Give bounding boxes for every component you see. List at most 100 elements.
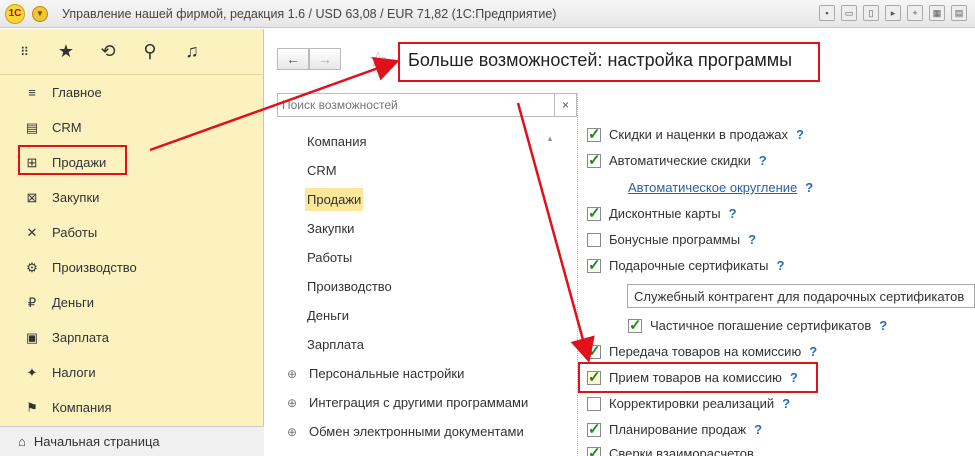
help-icon[interactable]: ? <box>796 127 804 142</box>
category-item[interactable]: Закупки <box>277 214 577 243</box>
expand-icon[interactable]: ⊕ <box>287 367 297 381</box>
category-item[interactable]: Производство <box>277 272 577 301</box>
bonus-checkbox[interactable] <box>587 232 601 247</box>
category-item[interactable]: Компания <box>277 127 577 156</box>
category-item[interactable]: CRM <box>277 156 577 185</box>
help-icon[interactable]: ? <box>759 153 767 168</box>
category-label: Персональные настройки <box>309 366 465 381</box>
category-item[interactable]: Зарплата <box>277 330 577 359</box>
sales-planning-checkbox[interactable] <box>587 420 601 438</box>
title-toolbar: ▪ ▭ ▯ ▸ + ▦ ▤ <box>819 5 967 21</box>
save-icon[interactable]: ▪ <box>819 5 835 21</box>
sidebar-item-label: Закупки <box>52 190 100 205</box>
setting-label: Передача товаров на комиссию <box>609 344 802 359</box>
setting-reconciliation[interactable]: Сверки взаиморасчетов <box>587 444 754 456</box>
home-icon: ⌂ <box>18 434 26 449</box>
cart-icon: ⊠ <box>26 189 38 205</box>
search-input[interactable] <box>278 94 554 116</box>
setting-label: Бонусные программы <box>609 232 741 247</box>
sidebar-item-label: Деньги <box>52 295 94 310</box>
add-icon[interactable]: + <box>907 5 923 21</box>
bell-icon[interactable]: ♫ <box>182 41 202 62</box>
sidebar-item-9[interactable]: ⚑ Компания <box>0 390 263 425</box>
help-icon[interactable]: ? <box>729 206 737 221</box>
category-item[interactable]: ⊕ Интеграция с другими программами <box>277 388 577 417</box>
category-item[interactable]: ⊕ Обмен электронными документами <box>277 417 577 446</box>
setting-sales-adjust[interactable]: Корректировки реализаций ? <box>587 396 790 411</box>
sidebar-item-label: Главное <box>52 85 102 100</box>
setting-sales-planning[interactable]: Планирование продаж ? <box>587 420 762 438</box>
setting-gift-certs[interactable]: Подарочные сертификаты ? <box>587 256 784 274</box>
sidebar-item-1[interactable]: ▤ CRM <box>0 110 263 145</box>
setting-discounts[interactable]: Скидки и наценки в продажах ? <box>587 125 804 143</box>
setting-transfer-commission[interactable]: Передача товаров на комиссию ? <box>587 342 817 360</box>
main-menu-icon[interactable]: ▼ <box>32 5 48 22</box>
category-label: Производство <box>307 279 392 294</box>
scroll-up-icon[interactable]: ▲ <box>546 134 554 143</box>
category-label: Обмен электронными документами <box>309 424 524 439</box>
search-icon[interactable]: ⚲ <box>140 41 160 62</box>
sidebar: ⠿ ★ ⟲ ⚲ ♫ ≡ Главное ▤ CRM ⊞ Продажи ⊠ Закупки ✕ Р… <box>0 29 264 456</box>
calendar-icon[interactable]: ▦ <box>929 5 945 21</box>
setting-partial-redeem[interactable]: Частичное погашение сертификатов ? <box>628 316 887 334</box>
help-icon[interactable]: ? <box>809 344 817 359</box>
add-favorite-icon[interactable]: ☆ <box>368 47 388 73</box>
help-icon[interactable]: ? <box>805 180 813 195</box>
help-icon[interactable]: ? <box>782 396 790 411</box>
sidebar-item-label: Налоги <box>52 365 96 380</box>
forward-button[interactable]: → <box>309 48 341 70</box>
history-icon[interactable]: ⟲ <box>98 41 118 62</box>
transfer-commission-checkbox[interactable] <box>587 342 601 360</box>
setting-bonus[interactable]: Бонусные программы ? <box>587 232 756 247</box>
counterparty-field[interactable]: Служебный контрагент для подарочных серт… <box>627 284 975 308</box>
sidebar-item-label: Компания <box>52 400 112 415</box>
setting-label: Автоматические скидки <box>609 153 751 168</box>
grid-icon[interactable]: ⠿ <box>14 45 34 59</box>
category-label: Закупки <box>307 221 355 236</box>
category-item[interactable]: Продажи <box>277 185 577 214</box>
category-label: Компания <box>307 134 367 149</box>
sidebar-item-label: Работы <box>52 225 98 240</box>
auto-discounts-checkbox[interactable] <box>587 151 601 169</box>
expand-icon[interactable]: ⊕ <box>287 425 297 439</box>
expand-icon[interactable]: ⊕ <box>287 396 297 410</box>
home-page-link[interactable]: ⌂ Начальная страница <box>0 426 264 456</box>
setting-auto-discounts[interactable]: Автоматические скидки ? <box>587 151 767 169</box>
gift-certs-checkbox[interactable] <box>587 256 601 274</box>
back-button[interactable]: ← <box>277 48 309 70</box>
help-icon[interactable]: ? <box>879 318 887 333</box>
setting-label: Сверки взаиморасчетов <box>609 446 754 456</box>
help-icon[interactable]: ? <box>754 422 762 437</box>
sidebar-item-4[interactable]: ✕ Работы <box>0 215 263 250</box>
favorites-icon[interactable]: ★ <box>56 41 76 62</box>
category-label: Продажи <box>305 188 364 211</box>
calculator-icon[interactable]: ▤ <box>951 5 967 21</box>
title-bar: 1С ▼ Управление нашей фирмой, редакция 1… <box>0 0 975 28</box>
discounts-checkbox[interactable] <box>587 125 601 143</box>
sales-adjust-checkbox[interactable] <box>587 396 601 411</box>
print-icon[interactable]: ▭ <box>841 5 857 21</box>
sidebar-item-0[interactable]: ≡ Главное <box>0 75 263 110</box>
clear-search-button[interactable]: × <box>554 94 576 116</box>
bookmark-icon[interactable]: ▸ <box>885 5 901 21</box>
setting-discount-cards[interactable]: Дисконтные карты ? <box>587 204 737 222</box>
category-item[interactable]: Работы <box>277 243 577 272</box>
help-icon[interactable]: ? <box>776 258 784 273</box>
sidebar-item-7[interactable]: ▣ Зарплата <box>0 320 263 355</box>
print-preview-icon[interactable]: ▯ <box>863 5 879 21</box>
sidebar-item-6[interactable]: ₽ Деньги <box>0 285 263 320</box>
sidebar-item-3[interactable]: ⊠ Закупки <box>0 180 263 215</box>
sidebar-item-5[interactable]: ⚙ Производство <box>0 250 263 285</box>
setting-label: Дисконтные карты <box>609 206 721 221</box>
partial-redeem-checkbox[interactable] <box>628 316 642 334</box>
home-page-label: Начальная страница <box>33 434 160 449</box>
auto-rounding-link[interactable]: Автоматическое округление <box>628 180 797 195</box>
category-item[interactable]: Деньги <box>277 301 577 330</box>
sidebar-item-8[interactable]: ✦ Налоги <box>0 355 263 390</box>
crm-icon: ▤ <box>25 119 39 135</box>
category-item[interactable]: ⊕ Персональные настройки <box>277 359 577 388</box>
reconciliation-checkbox[interactable] <box>587 444 601 456</box>
highlight-sales-menu <box>18 145 127 175</box>
help-icon[interactable]: ? <box>748 232 756 247</box>
discount-cards-checkbox[interactable] <box>587 204 601 222</box>
